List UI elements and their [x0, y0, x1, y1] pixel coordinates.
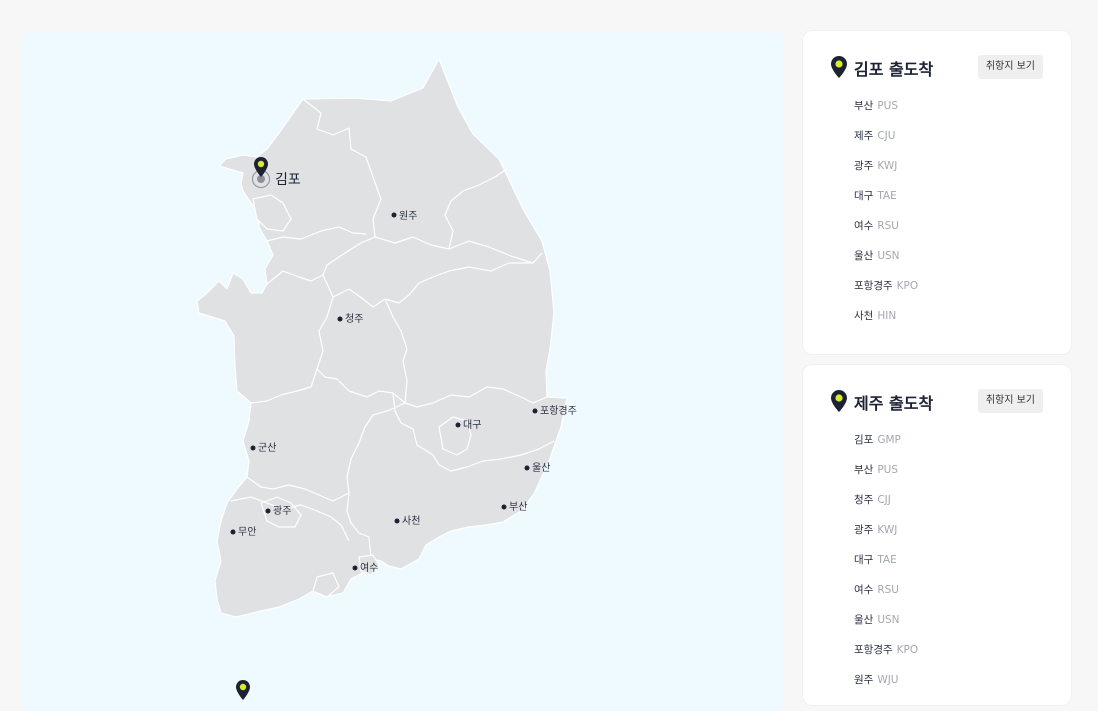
airport-code: KWJ — [877, 160, 898, 172]
destination-list: 김포 GMP 부산 PUS 청주 CJJ 광주 KWJ 대구 TAE 여수 RSU 울산 US… — [854, 431, 918, 701]
card-title: 제주 출도착 — [854, 394, 934, 413]
card-header: 제주 출도착 취항지 보기 — [831, 389, 1043, 415]
dot-icon — [532, 408, 538, 414]
destination-name: 원주 — [854, 674, 874, 686]
list-item[interactable]: 광주 KWJ — [854, 157, 918, 187]
destination-name: 청주 — [854, 494, 874, 506]
list-item[interactable]: 울산 USN — [854, 611, 918, 641]
destination-name: 울산 — [854, 614, 874, 626]
city-marker-pohang[interactable]: 포항경주 — [532, 404, 577, 417]
destination-name: 부산 — [854, 100, 874, 112]
city-label: 청주 — [345, 313, 363, 325]
destination-name: 대구 — [854, 554, 874, 566]
hub-label: 김포 — [275, 172, 301, 188]
dot-icon — [524, 465, 530, 471]
dot-icon — [394, 518, 400, 524]
airport-code: RSU — [877, 584, 899, 596]
airport-code: USN — [877, 614, 900, 626]
city-label: 여수 — [360, 562, 378, 574]
dot-icon — [337, 316, 343, 322]
city-label: 포항경주 — [540, 404, 577, 417]
city-label: 원주 — [399, 210, 417, 222]
korea-map: 김포 원주 청주 포항경주 대구 군산 울산 광주 부산 사천 무안 여수 — [196, 58, 577, 700]
destination-name: 김포 — [854, 434, 874, 446]
city-label: 광주 — [273, 505, 291, 517]
city-label: 울산 — [532, 462, 550, 474]
list-item[interactable]: 울산 USN — [854, 247, 918, 277]
destination-list: 부산 PUS 제주 CJU 광주 KWJ 대구 TAE 여수 RSU 울산 USN 포항경주… — [854, 97, 918, 337]
destination-name: 광주 — [854, 160, 874, 172]
destination-name: 사천 — [854, 310, 874, 322]
jeju-routes-card: 제주 출도착 취항지 보기 김포 GMP 부산 PUS 청주 CJJ 광주 KWJ 대구… — [803, 365, 1071, 705]
list-item[interactable]: 대구 TAE — [854, 187, 918, 217]
route-map: 김포 원주 청주 포항경주 대구 군산 울산 광주 부산 사천 무안 여수 — [21, 31, 783, 711]
destination-name: 광주 — [854, 524, 874, 536]
card-header: 김포 출도착 취항지 보기 — [831, 55, 1043, 81]
destination-name: 제주 — [854, 130, 874, 142]
city-label: 대구 — [463, 419, 481, 431]
list-item[interactable]: 부산 PUS — [854, 97, 918, 127]
dot-icon — [250, 445, 256, 451]
city-label: 무안 — [238, 526, 256, 538]
airport-code: TAE — [877, 554, 897, 566]
map-pin-icon — [831, 390, 847, 412]
airport-code: KWJ — [877, 524, 898, 536]
dot-icon — [265, 508, 271, 514]
dot-icon — [455, 422, 461, 428]
destination-name: 여수 — [854, 220, 874, 232]
airport-code: KPO — [896, 644, 919, 656]
list-item[interactable]: 제주 CJU — [854, 127, 918, 157]
airport-code: USN — [877, 250, 900, 262]
card-title: 김포 출도착 — [854, 60, 934, 79]
city-label: 군산 — [258, 442, 276, 454]
list-item[interactable]: 원주 WJU — [854, 671, 918, 701]
dot-icon — [501, 504, 507, 510]
list-item[interactable]: 광주 KWJ — [854, 521, 918, 551]
airport-code: WJU — [877, 674, 899, 686]
airport-code: GMP — [877, 434, 901, 446]
map-pin-icon — [831, 56, 847, 78]
destination-name: 포항경주 — [854, 280, 893, 292]
city-label: 부산 — [509, 501, 527, 513]
gimpo-routes-card: 김포 출도착 취항지 보기 부산 PUS 제주 CJU 광주 KWJ 대구 TAE 여수… — [803, 31, 1071, 354]
list-item[interactable]: 대구 TAE — [854, 551, 918, 581]
destination-name: 울산 — [854, 250, 874, 262]
jeju-hub-marker[interactable] — [236, 680, 250, 700]
airport-code: PUS — [877, 464, 899, 476]
airport-code: HIN — [877, 310, 897, 322]
dot-icon — [230, 529, 236, 535]
destination-name: 포항경주 — [854, 644, 893, 656]
list-item[interactable]: 청주 CJJ — [854, 491, 918, 521]
airport-code: CJU — [877, 130, 896, 142]
airport-code: TAE — [877, 190, 897, 202]
airport-code: CJJ — [877, 494, 891, 506]
list-item[interactable]: 부산 PUS — [854, 461, 918, 491]
airport-code: PUS — [877, 100, 899, 112]
list-item[interactable]: 포항경주 KPO — [854, 641, 918, 671]
view-destinations-button[interactable]: 취항지 보기 — [977, 55, 1043, 79]
dot-icon — [352, 565, 358, 571]
city-label: 사천 — [402, 515, 420, 527]
list-item[interactable]: 사천 HIN — [854, 307, 918, 337]
destination-name: 부산 — [854, 464, 874, 476]
list-item[interactable]: 김포 GMP — [854, 431, 918, 461]
destination-name: 여수 — [854, 584, 874, 596]
airport-code: RSU — [877, 220, 899, 232]
list-item[interactable]: 여수 RSU — [854, 581, 918, 611]
list-item[interactable]: 포항경주 KPO — [854, 277, 918, 307]
view-destinations-button[interactable]: 취항지 보기 — [977, 389, 1043, 413]
destination-name: 대구 — [854, 190, 874, 202]
airport-code: KPO — [896, 280, 919, 292]
list-item[interactable]: 여수 RSU — [854, 217, 918, 247]
dot-icon — [391, 212, 397, 218]
